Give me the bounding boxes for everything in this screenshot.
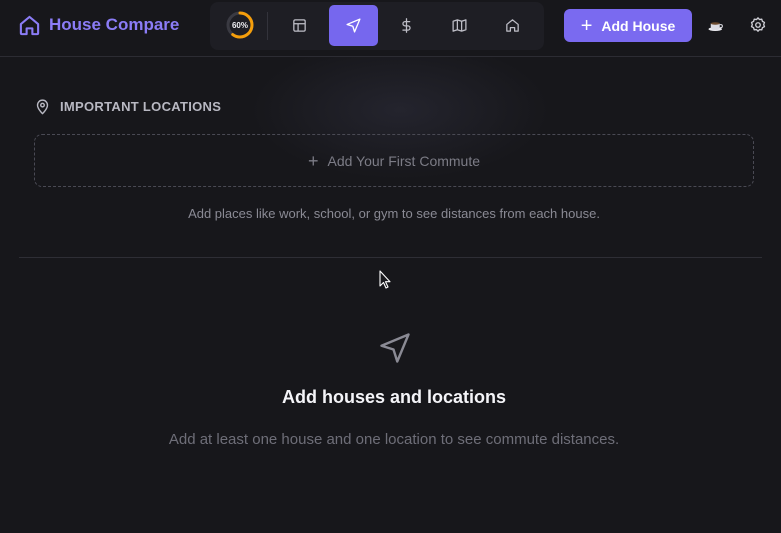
locations-helper-text: Add places like work, school, or gym to … (188, 206, 600, 221)
mouse-pointer-icon (379, 270, 391, 289)
navigation-arrow-icon (380, 333, 410, 363)
tab-commute[interactable] (329, 5, 378, 46)
tab-cost[interactable] (382, 5, 431, 46)
coffee-cup-icon (708, 22, 723, 31)
plus-icon: + (580, 14, 593, 37)
progress-label: 60% (231, 20, 248, 30)
table-icon (293, 19, 306, 32)
add-house-label: Add House (601, 17, 676, 34)
app-title: House Compare (49, 15, 180, 34)
tab-home[interactable] (488, 5, 537, 46)
empty-state-description: Add at least one house and one location … (168, 431, 620, 448)
app-header: House Compare 60% + Add House (0, 0, 781, 57)
locations-section-header: IMPORTANT LOCATIONS (35, 98, 221, 115)
view-toolbar: 60% (210, 2, 544, 50)
coffee-button[interactable] (705, 14, 727, 36)
map-pin-icon (36, 99, 49, 115)
add-commute-button[interactable]: + Add Your First Commute (34, 134, 754, 187)
plus-icon: + (307, 150, 319, 171)
completion-progress: 60% (225, 10, 255, 40)
add-house-button[interactable]: + Add House (564, 9, 692, 42)
toolbar-divider (267, 12, 268, 40)
tab-map[interactable] (435, 5, 484, 46)
tab-table[interactable] (275, 5, 324, 46)
brand[interactable]: House Compare (18, 13, 179, 37)
home-logo-icon (18, 14, 41, 37)
empty-state-title: Add houses and locations (281, 387, 507, 407)
gear-icon (750, 17, 766, 32)
section-divider (19, 257, 762, 258)
add-commute-label: Add Your First Commute (327, 152, 481, 169)
home-icon (506, 19, 519, 32)
dollar-icon (402, 18, 411, 33)
map-icon (452, 19, 467, 32)
settings-button[interactable] (747, 14, 769, 36)
navigation-arrow-icon (346, 18, 361, 33)
section-title: IMPORTANT LOCATIONS (60, 99, 222, 114)
